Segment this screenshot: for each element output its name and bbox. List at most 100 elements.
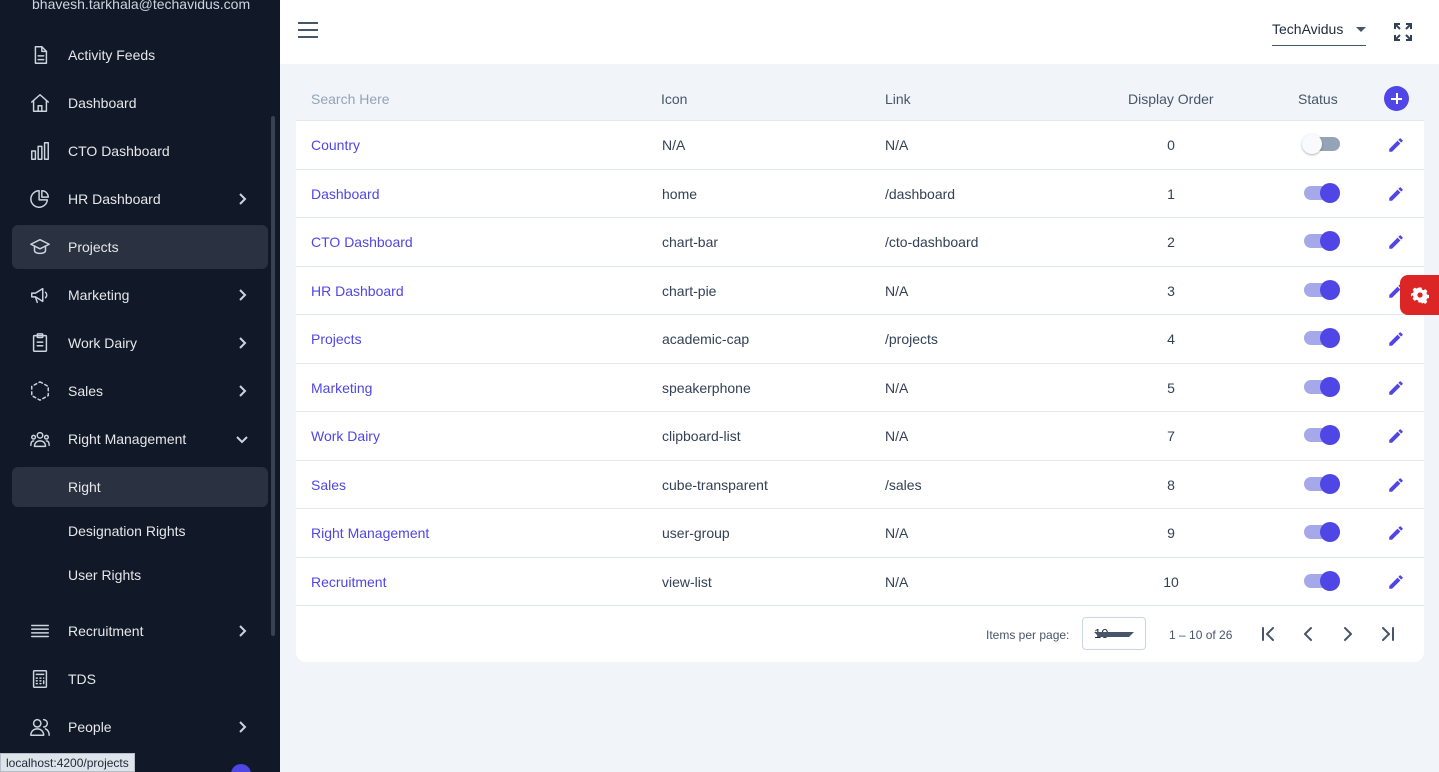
sidebar-item-right-management[interactable]: Right Management bbox=[12, 417, 268, 461]
row-name-link[interactable]: Projects bbox=[311, 331, 362, 347]
column-header-icon: Icon bbox=[661, 91, 688, 107]
last-page-button[interactable] bbox=[1378, 624, 1398, 644]
row-icon-value: chart-bar bbox=[662, 234, 719, 250]
settings-tab[interactable] bbox=[1400, 275, 1439, 315]
clipboard-list-icon bbox=[28, 331, 52, 355]
previous-page-button[interactable] bbox=[1298, 624, 1318, 644]
row-icon-value: cube-transparent bbox=[662, 476, 768, 493]
status-toggle[interactable] bbox=[1304, 570, 1340, 591]
row-link-value: N/A bbox=[885, 379, 909, 396]
user-group-icon bbox=[28, 427, 52, 451]
row-link-value: /cto-dashboard bbox=[885, 234, 979, 250]
row-name-link[interactable]: Marketing bbox=[311, 380, 372, 396]
column-header-link: Link bbox=[885, 91, 911, 107]
edit-pencil-icon[interactable] bbox=[1387, 427, 1405, 445]
edit-pencil-icon[interactable] bbox=[1387, 185, 1405, 203]
edit-pencil-icon[interactable] bbox=[1387, 573, 1405, 591]
status-toggle[interactable] bbox=[1304, 425, 1340, 445]
row-link-value: N/A bbox=[885, 428, 909, 444]
sidebar-item-label: Right Management bbox=[68, 431, 187, 447]
row-link-value: N/A bbox=[885, 282, 909, 299]
row-link-value: /projects bbox=[885, 331, 938, 347]
row-name-link[interactable]: Right Management bbox=[311, 525, 429, 541]
sidebar-item-marketing[interactable]: Marketing bbox=[12, 273, 268, 317]
table-row: Projects academic-cap/projects 4 bbox=[296, 315, 1424, 364]
row-display-order: 3 bbox=[1167, 282, 1175, 299]
sidebar-item-label: TDS bbox=[68, 671, 96, 687]
sidebar-item-label: People bbox=[68, 719, 112, 735]
table-row: Sales cube-transparent/sales 8 bbox=[296, 461, 1424, 509]
sidebar-item-activity-feeds[interactable]: Activity Feeds bbox=[12, 33, 268, 77]
table-row: Work Dairy clipboard-list N/A 7 bbox=[296, 412, 1424, 461]
page-size-select[interactable]: 10 bbox=[1082, 617, 1146, 650]
first-page-button[interactable] bbox=[1258, 624, 1278, 644]
chevron-right-icon bbox=[234, 719, 250, 735]
status-toggle[interactable] bbox=[1302, 134, 1340, 154]
top-header: TechAvidus bbox=[280, 0, 1439, 64]
add-button[interactable] bbox=[1384, 86, 1409, 111]
sidebar-item-recruitment[interactable]: Recruitment bbox=[12, 609, 268, 653]
status-toggle[interactable] bbox=[1304, 473, 1340, 494]
company-select[interactable]: TechAvidus bbox=[1272, 18, 1366, 46]
status-toggle[interactable] bbox=[1304, 182, 1340, 203]
cube-transparent-icon bbox=[28, 379, 52, 403]
sidebar-item-dashboard[interactable]: Dashboard bbox=[12, 81, 268, 125]
caret-down-icon bbox=[1356, 27, 1366, 32]
table-row: Recruitment view-list N/A 10 bbox=[296, 558, 1424, 606]
row-name-link[interactable]: HR Dashboard bbox=[311, 283, 404, 299]
sidebar-subitem-label: User Rights bbox=[68, 567, 142, 583]
sidebar-item-tds[interactable]: TDS bbox=[12, 657, 268, 701]
sidebar-item-label: HR Dashboard bbox=[68, 191, 161, 207]
sidebar-item-sales[interactable]: Sales bbox=[12, 369, 268, 413]
sidebar-item-cto-dashboard[interactable]: CTO Dashboard bbox=[12, 129, 268, 173]
toggle-knob bbox=[1320, 328, 1340, 348]
status-toggle[interactable] bbox=[1304, 279, 1340, 300]
sidebar-subitem-user-rights[interactable]: User Rights bbox=[12, 555, 268, 595]
sidebar-item-work-dairy[interactable]: Work Dairy bbox=[12, 321, 268, 365]
chevron-down-icon bbox=[234, 431, 250, 447]
sidebar-item-people[interactable]: People bbox=[12, 705, 268, 749]
view-list-icon bbox=[28, 619, 52, 643]
edit-pencil-icon[interactable] bbox=[1387, 136, 1405, 154]
row-name-link[interactable]: CTO Dashboard bbox=[311, 234, 413, 250]
sidebar-subitem-designation-rights[interactable]: Designation Rights bbox=[12, 511, 268, 551]
toggle-knob bbox=[1320, 279, 1340, 300]
row-name-link[interactable]: Work Dairy bbox=[311, 428, 380, 444]
search-input[interactable] bbox=[311, 88, 611, 110]
sidebar-item-label: Work Dairy bbox=[68, 335, 137, 351]
items-per-page-label: Items per page: bbox=[986, 628, 1070, 642]
edit-pencil-icon[interactable] bbox=[1387, 379, 1405, 397]
menu-toggle-icon[interactable] bbox=[298, 22, 318, 40]
sidebar-subitem-right[interactable]: Right bbox=[12, 467, 268, 507]
next-page-button[interactable] bbox=[1338, 624, 1358, 644]
row-name-link[interactable]: Sales bbox=[311, 477, 346, 493]
sidebar-subitem-label: Right bbox=[68, 479, 101, 495]
toggle-knob bbox=[1302, 134, 1322, 154]
edit-pencil-icon[interactable] bbox=[1387, 233, 1405, 251]
status-toggle[interactable] bbox=[1304, 376, 1340, 397]
row-name-link[interactable]: Dashboard bbox=[311, 186, 380, 202]
row-name-link[interactable]: Country bbox=[311, 137, 360, 153]
sidebar-item-hr-dashboard[interactable]: HR Dashboard bbox=[12, 177, 268, 221]
paginator: Items per page: 10 1 – 10 of 26 bbox=[296, 606, 1424, 662]
sidebar-item-projects[interactable]: Projects bbox=[12, 225, 268, 269]
page-range-label: 1 – 10 of 26 bbox=[1169, 628, 1233, 642]
sidebar-scrollbar[interactable] bbox=[271, 116, 275, 636]
status-toggle[interactable] bbox=[1304, 231, 1340, 251]
table-row: CTO Dashboard chart-bar/cto-dashboard 2 bbox=[296, 218, 1424, 267]
sidebar-item-label: Marketing bbox=[68, 287, 130, 303]
edit-pencil-icon[interactable] bbox=[1387, 524, 1405, 542]
column-header-status: Status bbox=[1298, 91, 1338, 107]
row-icon-value: clipboard-list bbox=[662, 428, 741, 444]
fullscreen-icon[interactable] bbox=[1393, 22, 1413, 42]
toggle-knob bbox=[1320, 231, 1340, 251]
status-toggle[interactable] bbox=[1304, 522, 1340, 542]
status-toggle[interactable] bbox=[1304, 328, 1340, 348]
sidebar-item-label: Dashboard bbox=[68, 95, 137, 111]
edit-pencil-icon[interactable] bbox=[1387, 476, 1405, 494]
home-icon bbox=[28, 91, 52, 115]
row-icon-value: academic-cap bbox=[662, 331, 750, 347]
column-header-display-order: Display Order bbox=[1128, 91, 1214, 107]
edit-pencil-icon[interactable] bbox=[1387, 330, 1405, 348]
row-name-link[interactable]: Recruitment bbox=[311, 574, 386, 590]
